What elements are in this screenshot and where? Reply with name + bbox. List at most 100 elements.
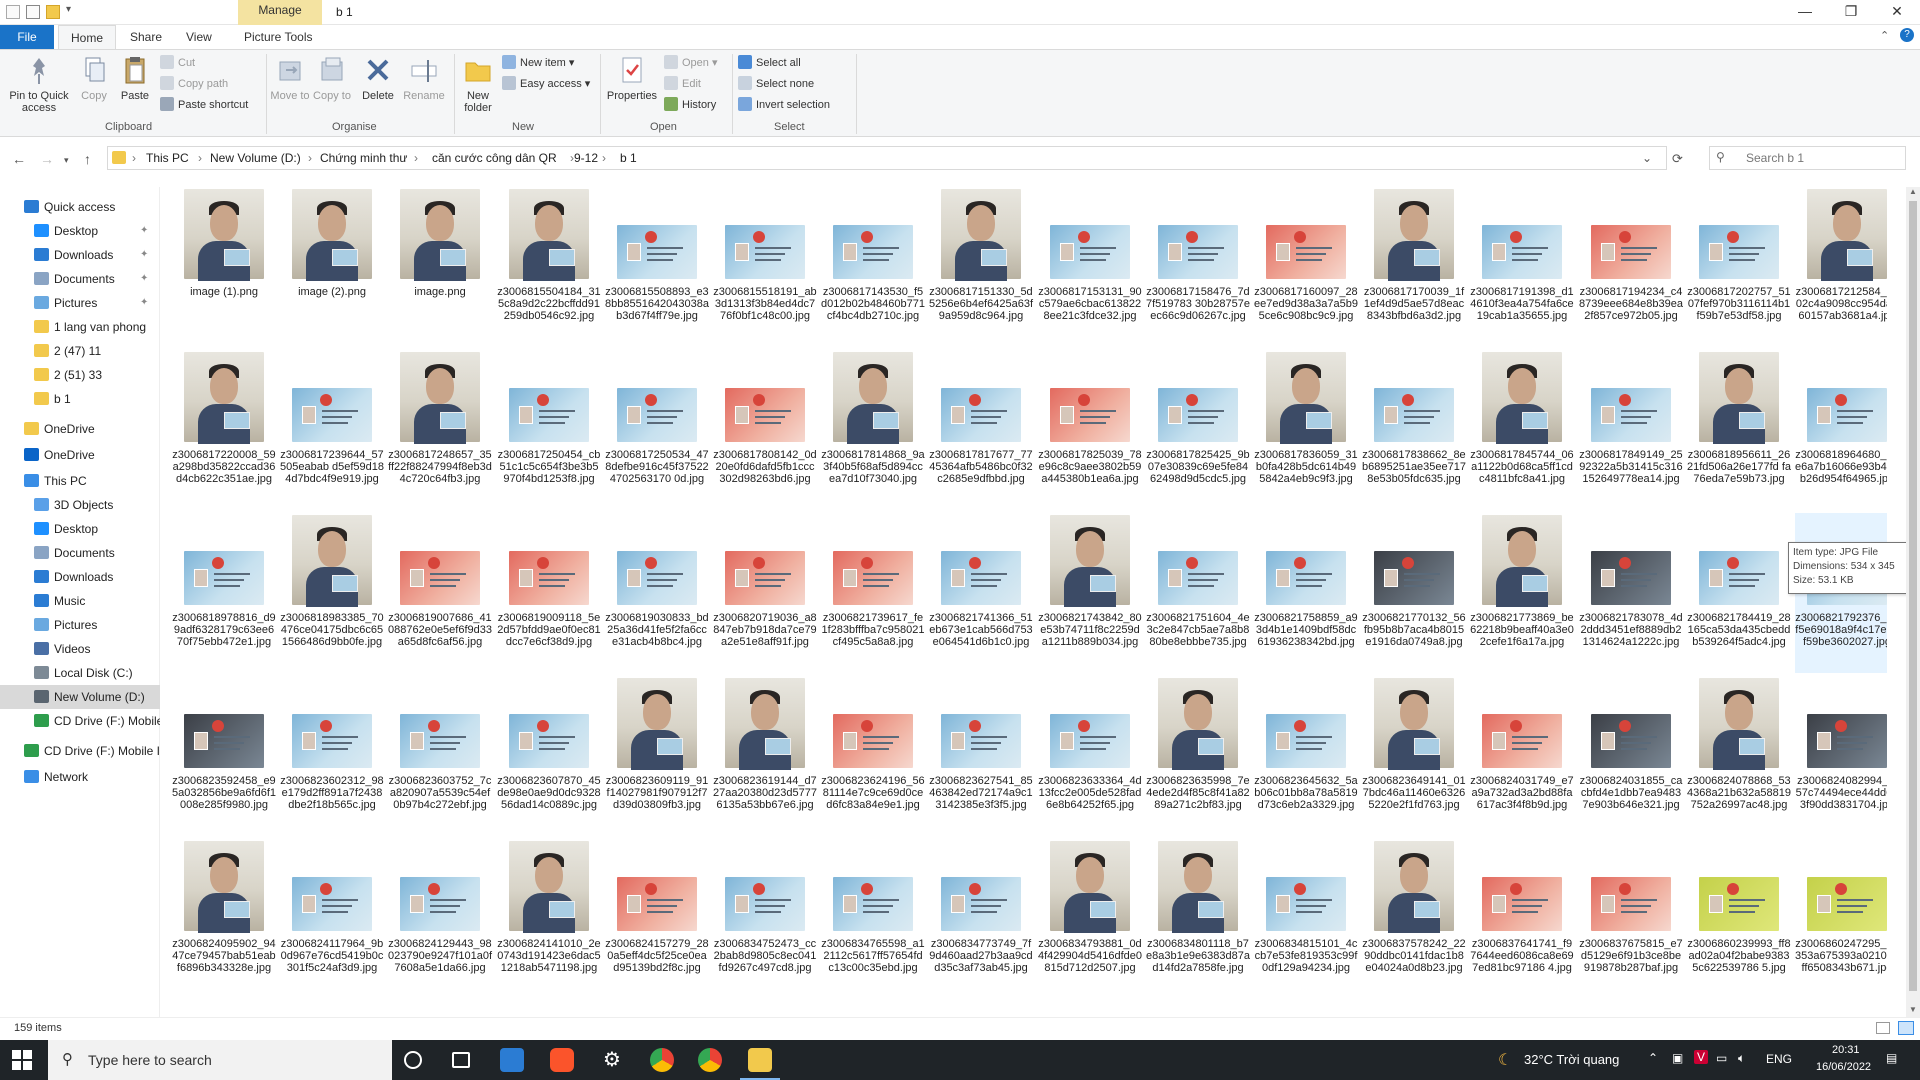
file-item[interactable]: z3006823607870_45de98e0ae9d0dc932856dad1… — [497, 676, 601, 836]
tray-chevron-icon[interactable]: ⌃ — [1648, 1051, 1658, 1065]
move-to-button[interactable]: Move to — [270, 54, 310, 102]
task-view-icon[interactable] — [452, 1052, 470, 1068]
scroll-up-icon[interactable]: ▲ — [1909, 187, 1917, 196]
file-item[interactable]: z3006824031855_cacbfd4e1dbb7ea94837e903b… — [1579, 676, 1683, 836]
file-item[interactable]: z3006817849149_2592322a5b31415c316152649… — [1579, 350, 1683, 510]
file-item[interactable]: image.png — [388, 187, 492, 347]
address-bar[interactable]: › This PC › New Volume (D:) › Chứng minh… — [107, 146, 1667, 170]
nav-item[interactable]: Local Disk (C:) — [0, 661, 160, 685]
file-item[interactable]: z3006817248657_35ff22f88247994f8eb3d4c72… — [388, 350, 492, 510]
file-item[interactable]: z3006821770132_56fb95b8b7aca4b8015e1916d… — [1362, 513, 1466, 673]
copy-to-button[interactable]: Copy to — [312, 54, 352, 102]
nav-item[interactable]: Network — [0, 765, 160, 789]
file-item[interactable]: z3006817220008_59a298bd35822ccad36d4cb62… — [172, 350, 276, 510]
file-item[interactable]: z3006824129443_98023790e9247f101a0f7608a… — [388, 839, 492, 999]
file-item[interactable]: z3006823602312_98e179d2ff891a7f2438dbe2f… — [280, 676, 384, 836]
file-item[interactable]: z3006823592458_e95a032856be9a6fd6f1008e2… — [172, 676, 276, 836]
file-item[interactable]: z3006824078868_534368a21b632a58819752a26… — [1687, 676, 1791, 836]
nav-item[interactable]: Pictures ✦ — [0, 291, 160, 315]
file-item[interactable]: z3006817814868_9a3f40b5f68af5d894ccea7d1… — [821, 350, 925, 510]
history-button[interactable]: History — [664, 95, 716, 115]
copy-button[interactable]: Copy — [74, 54, 114, 102]
copy-path-button[interactable]: Copy path — [160, 74, 228, 94]
file-item[interactable]: z3006834801118_b7e8a3b1e9e6383d87ad14fd2… — [1146, 839, 1250, 999]
rename-button[interactable]: Rename — [402, 54, 446, 102]
file-item[interactable]: z3006817151330_5d5256e6b4ef6425a63f9a959… — [929, 187, 1033, 347]
file-item[interactable]: z3006817143530_f5d012b02b48460b771cf4bc4… — [821, 187, 925, 347]
microsoft-store-icon[interactable] — [500, 1048, 524, 1072]
file-item[interactable]: z3006837675815_e7d5129e6f91b3ce8be919878… — [1579, 839, 1683, 999]
file-item[interactable]: z3006821784419_28165ca53da435cbeddb53926… — [1687, 513, 1791, 673]
file-item[interactable]: z3006824141010_2e0743d191423e6dac51218ab… — [497, 839, 601, 999]
help-icon[interactable]: ? — [1900, 28, 1914, 42]
file-item[interactable]: z3006817202757_5107fef970b3116114b1f59b7… — [1687, 187, 1791, 347]
file-item[interactable]: z3006817838662_8eb6895251ae35ee7178e53b0… — [1362, 350, 1466, 510]
vertical-scrollbar[interactable]: ▲ ▼ — [1906, 187, 1920, 1017]
properties-quick-icon[interactable] — [26, 5, 40, 19]
new-folder-button[interactable]: New folder — [458, 54, 498, 114]
tray-v-icon[interactable]: V — [1694, 1050, 1709, 1064]
file-item[interactable]: z3006817825425_9b07e30839c69e5fe8462498d… — [1146, 350, 1250, 510]
details-view-icon[interactable] — [1876, 1022, 1890, 1034]
file-item[interactable]: z3006821751604_4e3c2e847cb5ae7a8b880be8e… — [1146, 513, 1250, 673]
clock-date[interactable]: 16/06/2022 — [1816, 1061, 1871, 1073]
file-item[interactable]: z3006817153131_90c579ae6cbac6138228ee21c… — [1038, 187, 1142, 347]
forward-arrow-icon[interactable]: → — [40, 151, 54, 167]
file-item[interactable]: z3006823627541_85463842ed72174a9c1314238… — [929, 676, 1033, 836]
close-button[interactable]: ✕ — [1874, 0, 1920, 25]
tab-home[interactable]: Home — [58, 25, 117, 49]
file-item[interactable]: z3006815508893_e38bb8551642043038ab3d67f… — [605, 187, 709, 347]
file-item[interactable]: z3006818964680_12e6a7b16066e93b470b26d95… — [1795, 350, 1887, 510]
search-input[interactable]: ⚲ Search b 1 — [1709, 146, 1906, 170]
file-item[interactable]: z3006824082994_cf57c74494ece44dd693f90dd… — [1795, 676, 1887, 836]
file-item[interactable]: z3006819030833_bd25a36d41fe5f2fa6cce31ac… — [605, 513, 709, 673]
clock-time[interactable]: 20:31 — [1832, 1044, 1860, 1056]
nav-item[interactable]: Documents ✦ — [0, 267, 160, 291]
file-item[interactable]: z3006823633364_4d13fcc2e005de528fad6e8b6… — [1038, 676, 1142, 836]
file-item[interactable]: z3006817239644_57505eabab d5ef59d184d7bd… — [280, 350, 384, 510]
file-item[interactable]: z3006817817677_7745364afb5486bc0f32c2685… — [929, 350, 1033, 510]
chrome-icon-2[interactable] — [698, 1048, 722, 1072]
properties-button[interactable]: Properties — [604, 54, 660, 102]
file-item[interactable]: z3006824031749_e7a9a732ad3a2bd88fa617ac3… — [1470, 676, 1574, 836]
settings-gear-icon[interactable]: ⚙ — [600, 1048, 624, 1072]
recent-locations-icon[interactable]: ▾ — [64, 155, 69, 166]
file-item[interactable]: z3006837641741_f97644eed6086ca8e697ed81b… — [1470, 839, 1574, 999]
easy-access-button[interactable]: Easy access ▾ — [502, 74, 590, 94]
nav-item[interactable]: OneDrive — [0, 443, 160, 467]
refresh-icon[interactable]: ⟳ — [1672, 151, 1683, 167]
open-button[interactable]: Open ▾ — [664, 53, 718, 73]
nav-item[interactable]: OneDrive — [0, 417, 160, 441]
file-item[interactable]: z3006821743842_80e53b74711f8c2259da1211b… — [1038, 513, 1142, 673]
file-item[interactable]: z3006815504184_315c8a9d2c22bcffdd91259db… — [497, 187, 601, 347]
file-item[interactable]: z3006834765598_a12112c5617ff57654fdc13c0… — [821, 839, 925, 999]
file-item[interactable]: z3006817845744_06a1122b0d68ca5ff1cdc4811… — [1470, 350, 1574, 510]
file-item[interactable]: z3006823609119_91f14027981f907912f7d39d0… — [605, 676, 709, 836]
file-item[interactable]: z3006821758859_a93d4b1e1409bdf58dc619362… — [1254, 513, 1358, 673]
file-item[interactable]: z3006834793881_0d4f429904d5416dfde0815d7… — [1038, 839, 1142, 999]
nav-item[interactable]: CD Drive (F:) Mobile — [0, 709, 160, 733]
select-all-button[interactable]: Select all — [738, 53, 801, 73]
file-item[interactable]: z3006817250454_cb51c1c5c654f3be3b5970f4b… — [497, 350, 601, 510]
file-item[interactable]: z3006818978816_d99adf6328179c63ee670f75e… — [172, 513, 276, 673]
invert-selection-button[interactable]: Invert selection — [738, 95, 830, 115]
file-item[interactable]: z3006834752473_cc2bab8d9805c8ec041fd9267… — [713, 839, 817, 999]
file-item[interactable]: z3006824095902_9447ce79457bab51eabf6896b… — [172, 839, 276, 999]
volume-icon[interactable]: 🔈︎ — [1738, 1051, 1745, 1066]
file-item[interactable]: z3006817825039_78e96c8c9aee3802b59a44538… — [1038, 350, 1142, 510]
file-item[interactable]: z3006818956611_2621fd506a26e177fd fa76ed… — [1687, 350, 1791, 510]
nav-item[interactable]: Videos — [0, 637, 160, 661]
file-item[interactable]: z3006817194234_c48739eee684e8b39ea2f857c… — [1579, 187, 1683, 347]
file-item[interactable]: z3006860247295_93353a675393a0210b4ff6508… — [1795, 839, 1887, 999]
taskbar-search-box[interactable]: ⚲ Type here to search — [48, 1040, 392, 1080]
breadcrumb-9-12[interactable]: 9-12 — [574, 151, 598, 165]
file-item[interactable]: z3006817250534_478defbe916c45f3752247025… — [605, 350, 709, 510]
nav-item[interactable]: Documents — [0, 541, 160, 565]
file-item[interactable]: z3006821739617_fe1f283bfffba7c958021cf49… — [821, 513, 925, 673]
network-tray-icon[interactable]: ▭ — [1716, 1051, 1727, 1065]
tab-file[interactable]: File — [0, 25, 54, 49]
file-item[interactable]: image (2).png — [280, 187, 384, 347]
file-item[interactable]: z3006817160097_28ee7ed9d38a3a7a5b95ce6c9… — [1254, 187, 1358, 347]
nav-item[interactable]: 3D Objects — [0, 493, 160, 517]
chrome-icon[interactable] — [650, 1048, 674, 1072]
